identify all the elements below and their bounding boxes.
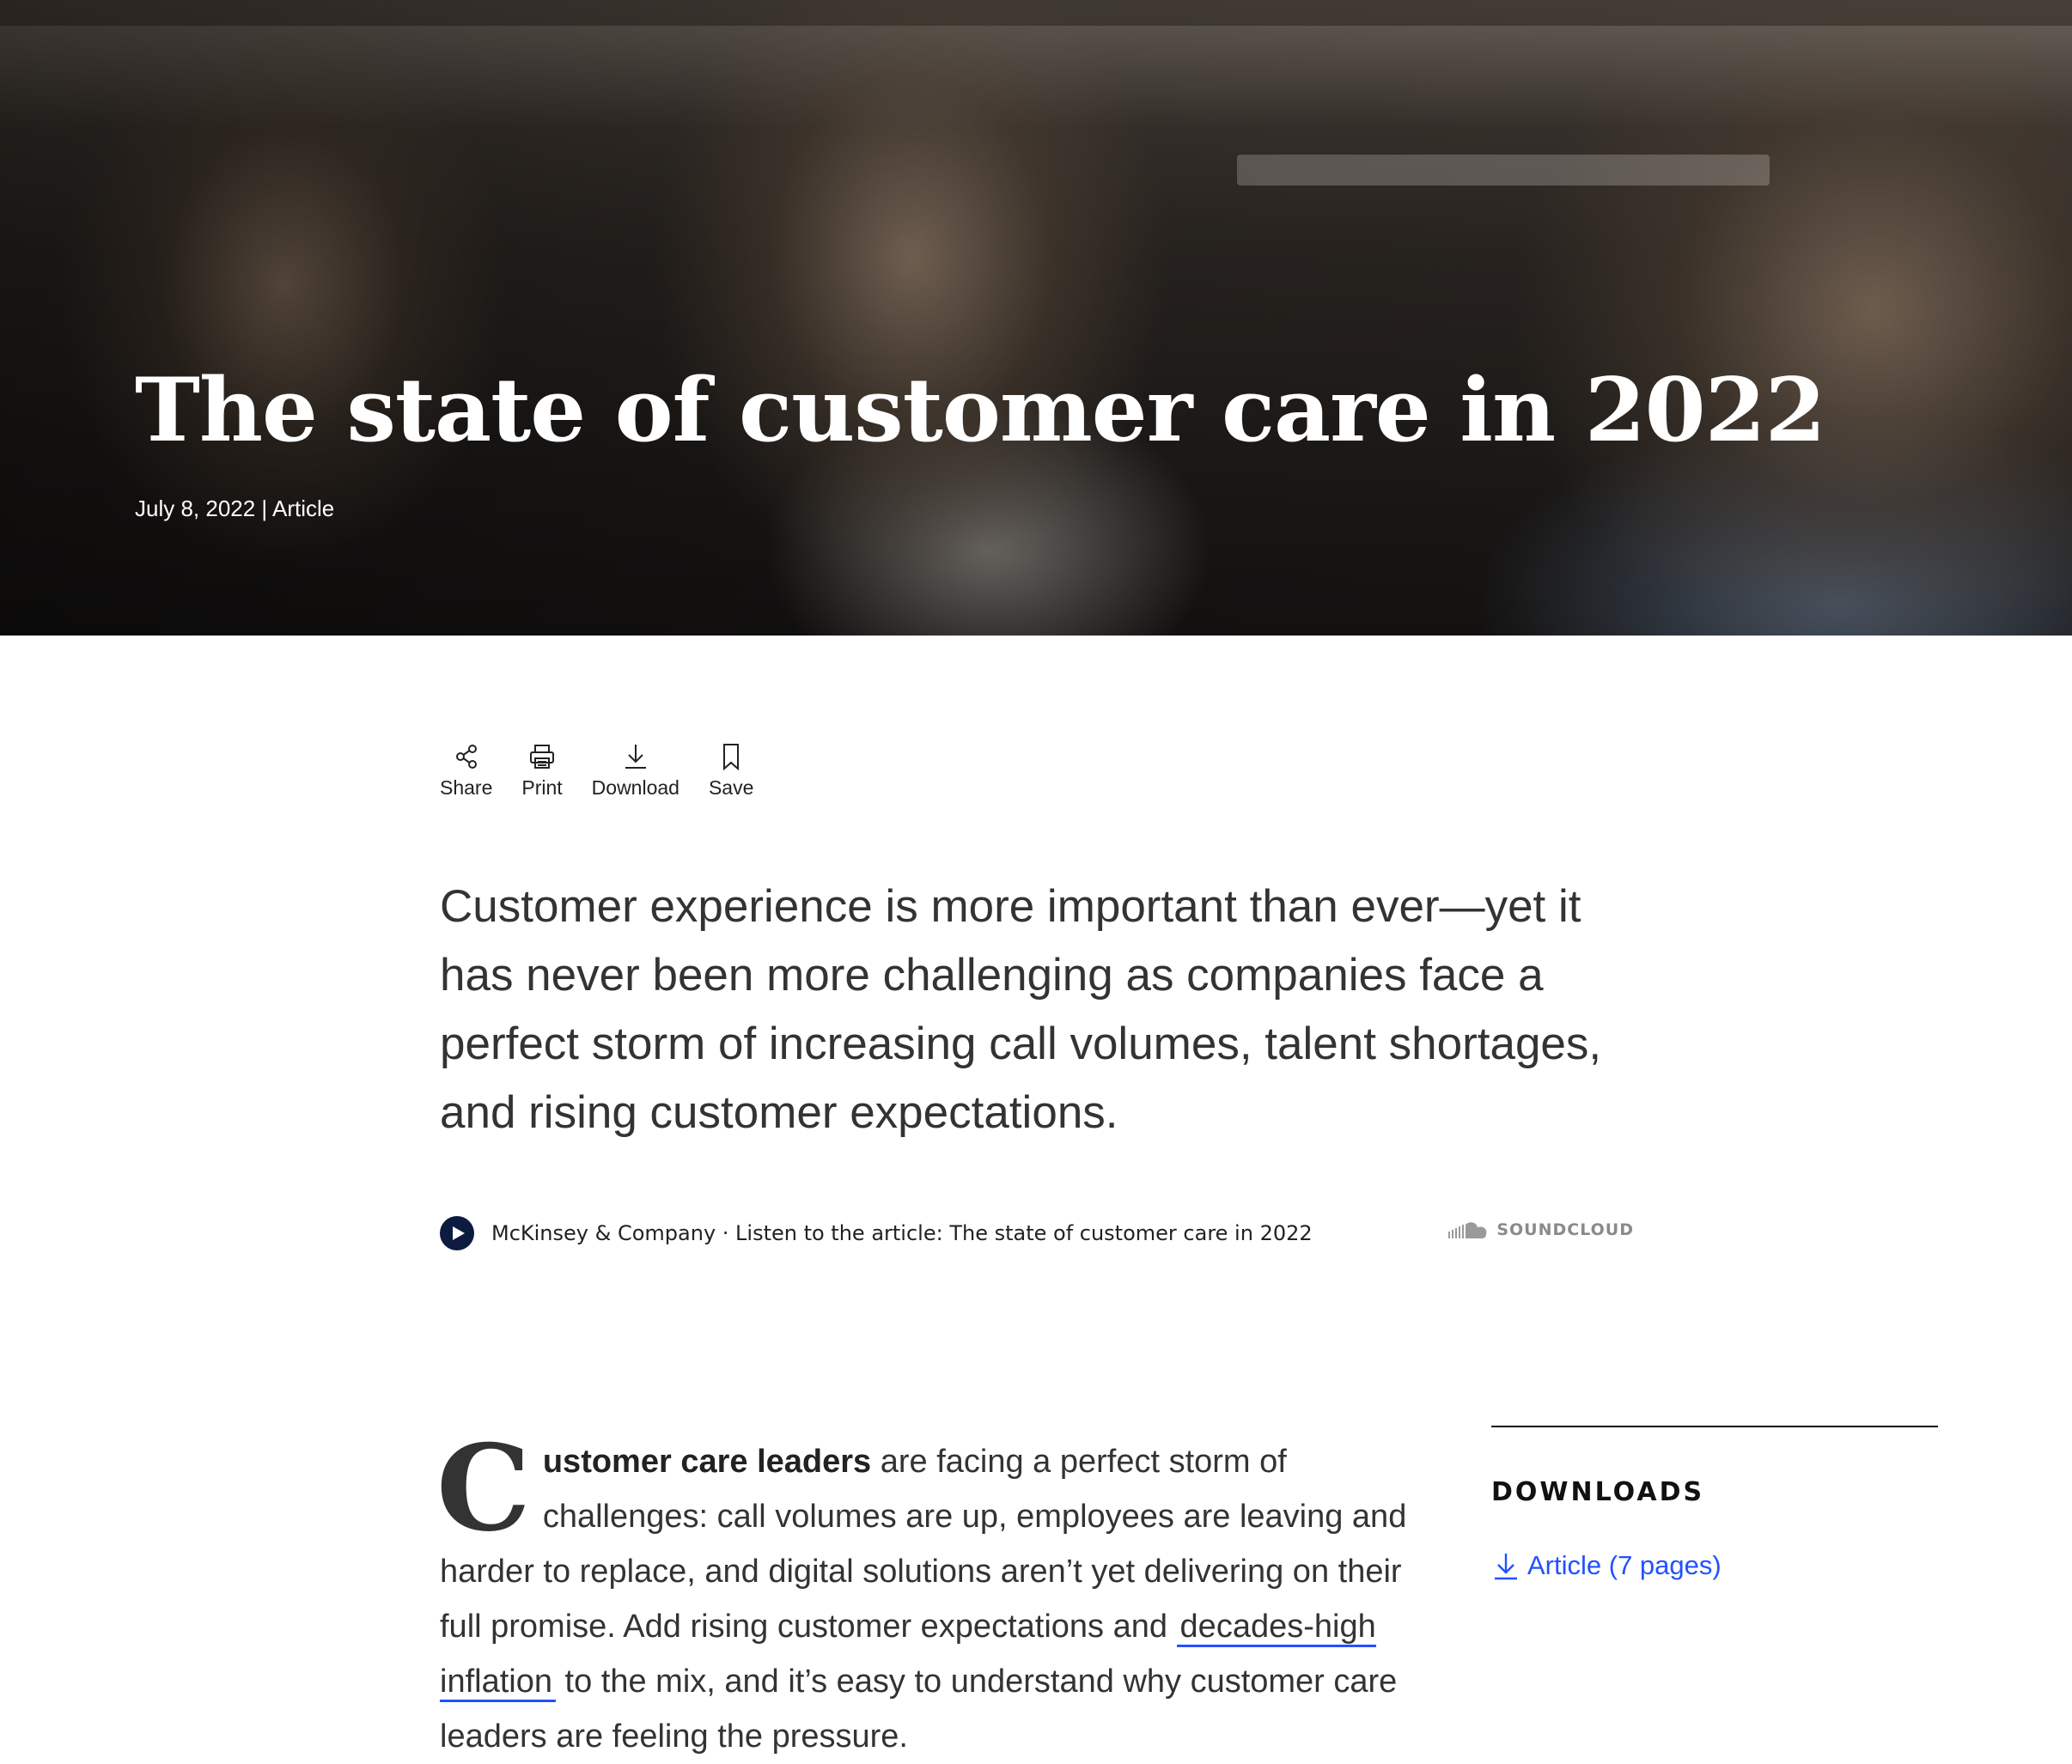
hero-banner: The state of customer care in 2022 July … (0, 0, 2072, 636)
audio-player: McKinsey & Company · Listen to the artic… (440, 1214, 1634, 1252)
article-lead: Customer experience is more important th… (440, 881, 1602, 1138)
article-meta: July 8, 2022 | Article (135, 496, 335, 521)
page-title: The state of customer care in 2022 (135, 359, 1826, 462)
body-bold-lead: ustomer care leaders (542, 1444, 872, 1480)
download-icon (625, 745, 646, 769)
play-icon (453, 1226, 465, 1240)
download-arrow-icon (1495, 1554, 1517, 1580)
article-actions: Share Print Download Save (440, 742, 753, 800)
downloads-heading: DOWNLOADS (1491, 1477, 1705, 1507)
soundcloud-icon (1448, 1222, 1487, 1238)
play-button[interactable] (440, 1216, 474, 1250)
save-button[interactable]: Save (709, 742, 753, 800)
print-button[interactable]: Print (521, 742, 563, 800)
drop-cap: C (436, 1418, 531, 1558)
share-icon (455, 745, 477, 769)
article-body-paragraph: Customer care leaders are facing a perfe… (436, 1429, 1436, 1764)
body-text-part-2: to the mix, and it’s easy to understand … (440, 1664, 1398, 1755)
downloads-sidebar: DOWNLOADS Article (7 pages) (1491, 1426, 1938, 1581)
bookmark-icon (723, 744, 740, 771)
download-button[interactable]: Download (592, 742, 679, 800)
share-label: Share (440, 776, 493, 799)
download-item-label: Article (7 pages) (1527, 1550, 1722, 1580)
share-button[interactable]: Share (440, 742, 492, 800)
soundcloud-logo[interactable]: SOUNDCLOUD (1448, 1220, 1634, 1240)
article-download-link[interactable]: Article (7 pages) (1491, 1550, 1938, 1581)
download-label: Download (591, 776, 679, 799)
print-label: Print (521, 776, 563, 799)
save-label: Save (708, 776, 754, 799)
hero-overlay (0, 0, 2072, 636)
printer-icon (530, 745, 555, 769)
soundcloud-label: SOUNDCLOUD (1496, 1220, 1634, 1239)
audio-title[interactable]: McKinsey & Company · Listen to the artic… (491, 1221, 1313, 1245)
